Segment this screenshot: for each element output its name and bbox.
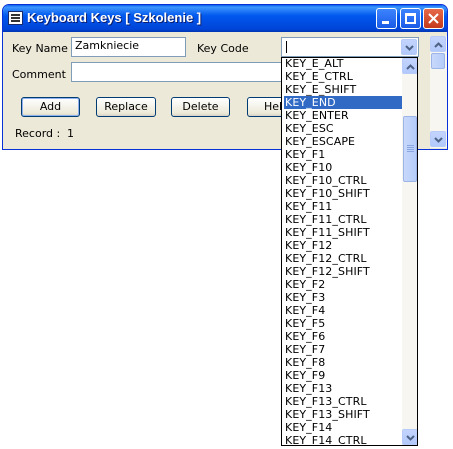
scroll-thumb[interactable] bbox=[431, 53, 445, 69]
close-button[interactable] bbox=[423, 8, 444, 29]
dropdown-item[interactable]: KEY_E_SHIFT bbox=[284, 83, 402, 96]
key-name-label: Key Name bbox=[12, 42, 68, 55]
dropdown-item[interactable]: KEY_F12_SHIFT bbox=[284, 265, 402, 278]
chevron-down-icon bbox=[434, 137, 443, 143]
dropdown-item[interactable]: KEY_F8 bbox=[284, 356, 402, 369]
dropdown-item[interactable]: KEY_F2 bbox=[284, 278, 402, 291]
key-name-input[interactable]: Zamkniecie bbox=[71, 37, 186, 57]
list-scroll-up-button[interactable] bbox=[402, 58, 417, 74]
chevron-up-icon bbox=[406, 64, 415, 70]
dropdown-item[interactable]: KEY_F11_CTRL bbox=[284, 213, 402, 226]
dropdown-item[interactable]: KEY_F10_CTRL bbox=[284, 174, 402, 187]
delete-button[interactable]: Delete bbox=[171, 97, 230, 117]
key-code-dropdown-button[interactable] bbox=[401, 39, 417, 55]
dropdown-item[interactable]: KEY_F4 bbox=[284, 304, 402, 317]
add-button[interactable]: Add bbox=[21, 97, 80, 117]
window-scrollbar[interactable] bbox=[430, 36, 447, 148]
key-code-label: Key Code bbox=[197, 42, 249, 55]
key-code-dropdown-list[interactable]: KEY_E_ALT KEY_E_CTRL KEY_E_SHIFT KEY_END KEY… bbox=[281, 57, 418, 446]
dropdown-item[interactable]: KEY_F9 bbox=[284, 369, 402, 382]
list-scroll-down-button[interactable] bbox=[402, 429, 417, 445]
dropdown-item[interactable]: KEY_E_ALT bbox=[284, 58, 402, 70]
comment-input[interactable] bbox=[71, 62, 283, 82]
comment-label: Comment bbox=[12, 68, 66, 81]
dropdown-item[interactable]: KEY_F13_SHIFT bbox=[284, 408, 402, 421]
chevron-up-icon bbox=[434, 42, 443, 48]
dropdown-item[interactable]: KEY_F11_SHIFT bbox=[284, 226, 402, 239]
dropdown-item[interactable]: KEY_F14_CTRL bbox=[284, 434, 402, 445]
dropdown-item[interactable]: KEY_ESC bbox=[284, 122, 402, 135]
dropdown-item[interactable]: KEY_F13_CTRL bbox=[284, 395, 402, 408]
dropdown-item[interactable]: KEY_F14 bbox=[284, 421, 402, 434]
dropdown-item[interactable]: KEY_F10 bbox=[284, 161, 402, 174]
list-scroll-thumb[interactable] bbox=[403, 116, 417, 182]
close-icon bbox=[428, 13, 439, 24]
dropdown-item[interactable]: KEY_F5 bbox=[284, 317, 402, 330]
maximize-button[interactable] bbox=[400, 8, 421, 29]
dropdown-item[interactable]: KEY_E_CTRL bbox=[284, 70, 402, 83]
dropdown-item[interactable]: KEY_END bbox=[284, 96, 402, 109]
window-title: Keyboard Keys [ Szkolenie ] bbox=[27, 10, 202, 25]
scroll-up-button[interactable] bbox=[430, 36, 446, 52]
dropdown-item[interactable]: KEY_F13 bbox=[284, 382, 402, 395]
dropdown-item[interactable]: KEY_F11 bbox=[284, 200, 402, 213]
dropdown-item[interactable]: KEY_ENTER bbox=[284, 109, 402, 122]
scroll-down-button[interactable] bbox=[430, 131, 446, 147]
dropdown-item[interactable]: KEY_F10_SHIFT bbox=[284, 187, 402, 200]
dropdown-item[interactable]: KEY_F12_CTRL bbox=[284, 252, 402, 265]
dropdown-scrollbar[interactable] bbox=[402, 58, 417, 445]
dropdown-item[interactable]: KEY_F3 bbox=[284, 291, 402, 304]
text-caret bbox=[286, 41, 287, 53]
minimize-button[interactable] bbox=[376, 8, 397, 29]
key-code-combobox[interactable] bbox=[281, 37, 419, 57]
replace-button[interactable]: Replace bbox=[96, 97, 156, 117]
dropdown-item[interactable]: KEY_F6 bbox=[284, 330, 402, 343]
record-label: Record : bbox=[15, 127, 61, 140]
chevron-down-icon bbox=[406, 435, 415, 441]
record-value: 1 bbox=[67, 127, 74, 140]
dropdown-item[interactable]: KEY_ESCAPE bbox=[284, 135, 402, 148]
dropdown-item[interactable]: KEY_F7 bbox=[284, 343, 402, 356]
dropdown-item[interactable]: KEY_F1 bbox=[284, 148, 402, 161]
window-app-icon[interactable] bbox=[8, 11, 23, 25]
chevron-down-icon bbox=[405, 45, 414, 51]
title-bar[interactable]: Keyboard Keys [ Szkolenie ] bbox=[3, 5, 447, 32]
dropdown-item[interactable]: KEY_F12 bbox=[284, 239, 402, 252]
